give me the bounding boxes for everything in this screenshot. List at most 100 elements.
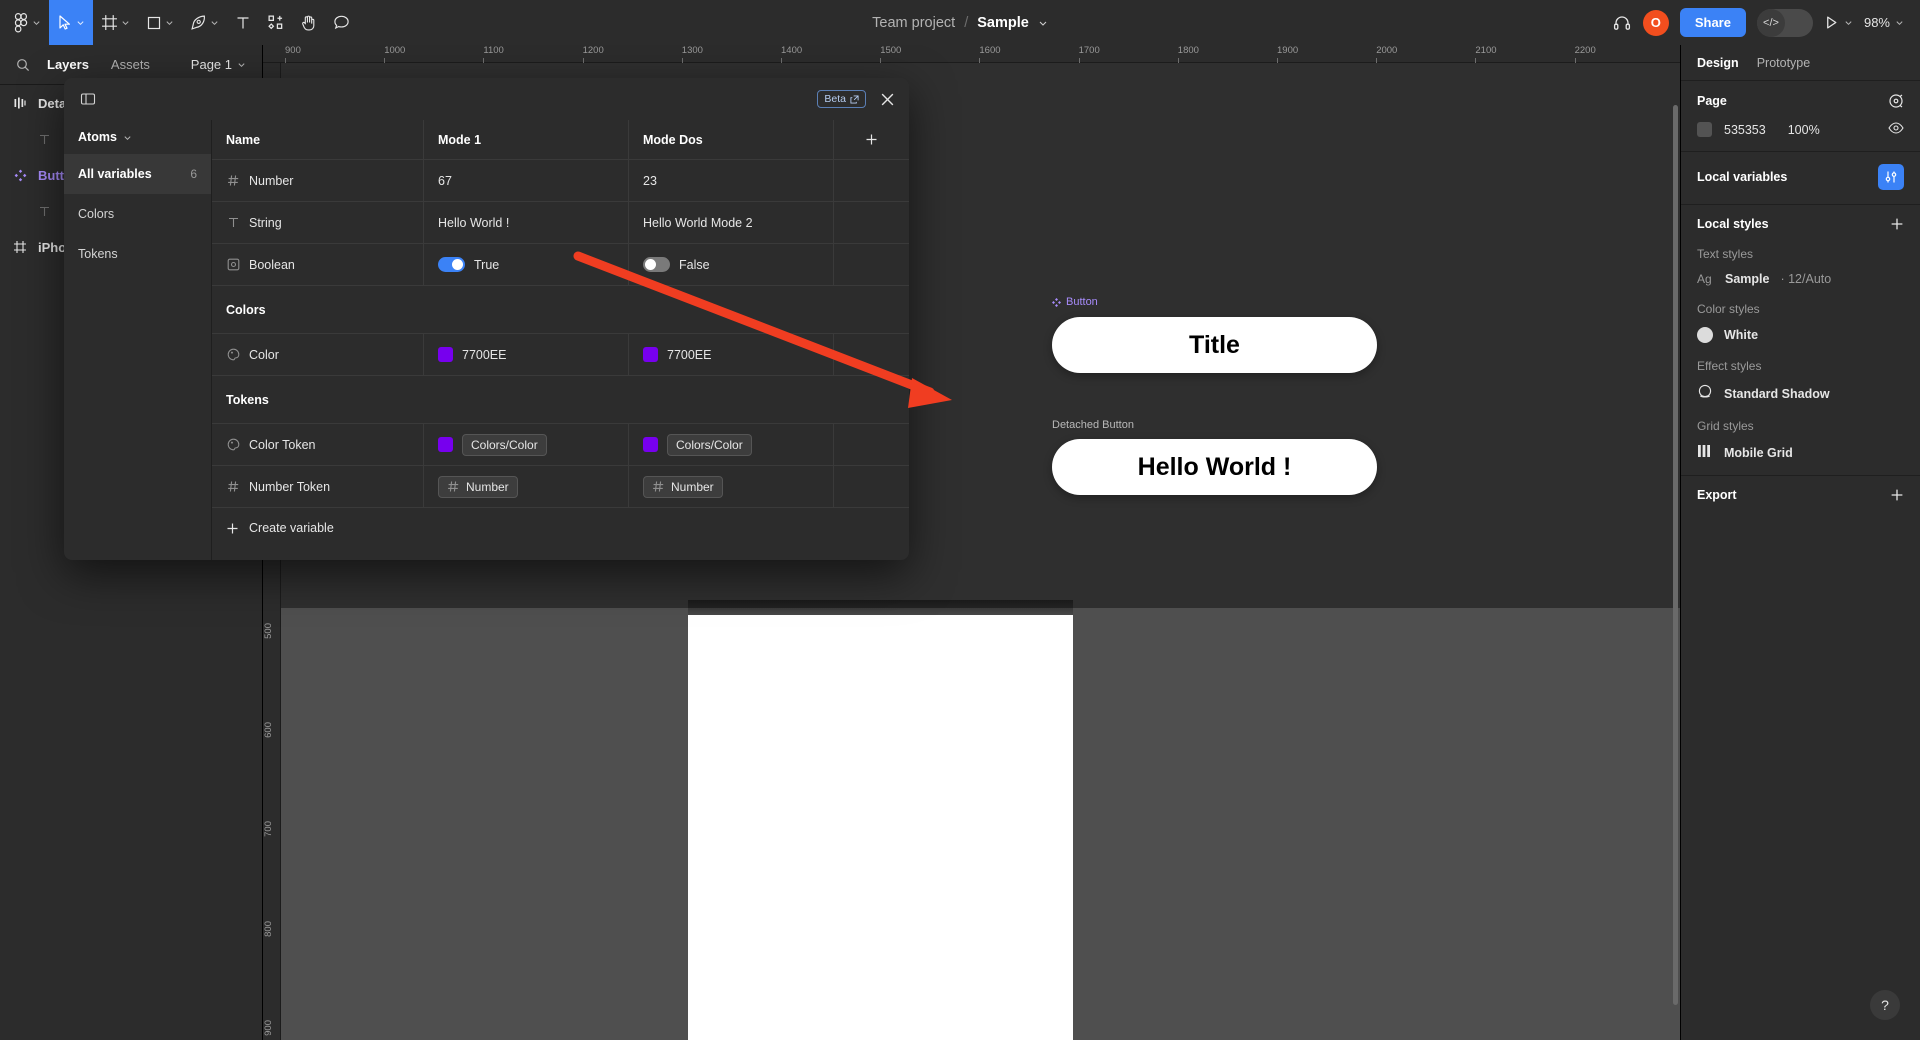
variable-row[interactable]: String Hello World ! Hello World Mode 2 <box>212 202 909 244</box>
variable-row[interactable]: Number Token Number Number <box>212 466 909 508</box>
color-swatch[interactable] <box>643 347 658 362</box>
variable-name-cell[interactable]: Number Token <box>212 466 424 507</box>
variable-name-cell[interactable]: String <box>212 202 424 243</box>
user-avatar[interactable]: O <box>1642 9 1669 36</box>
color-swatch[interactable] <box>438 437 453 452</box>
hand-tool-button[interactable] <box>292 0 325 45</box>
breadcrumb-file[interactable]: Sample <box>977 15 1029 31</box>
component-button-shape[interactable]: Title <box>1052 317 1377 373</box>
variable-value[interactable]: 7700EE <box>462 348 506 362</box>
tab-assets[interactable]: Assets <box>100 57 161 72</box>
variable-value[interactable]: 67 <box>438 174 452 188</box>
grid-styles-label: Grid styles <box>1697 419 1754 433</box>
variable-row[interactable]: Number 67 23 <box>212 160 909 202</box>
close-icon[interactable] <box>880 92 895 107</box>
page-selector[interactable]: Page 1 <box>191 57 252 72</box>
eye-icon[interactable] <box>1888 122 1904 137</box>
page-color-opacity[interactable]: 100% <box>1788 123 1820 137</box>
style-item-text[interactable]: Ag Sample · 12/Auto <box>1697 272 1904 286</box>
variable-mode2-cell[interactable]: Hello World Mode 2 <box>629 202 834 243</box>
component-button-label[interactable]: Button <box>1052 296 1098 308</box>
variable-mode2-cell[interactable]: 7700EE <box>629 334 834 375</box>
variable-mode1-cell[interactable]: Colors/Color <box>424 424 629 465</box>
nav-item-tokens[interactable]: Tokens <box>64 234 211 274</box>
pen-tool-button[interactable] <box>182 0 227 45</box>
dev-mode-toggle[interactable]: </> <box>1756 8 1813 37</box>
style-item-effect[interactable]: Standard Shadow <box>1697 384 1904 403</box>
add-export-button[interactable] <box>1890 488 1904 502</box>
variable-alias-chip[interactable]: Colors/Color <box>462 433 547 456</box>
iphone-frame[interactable] <box>688 615 1073 1040</box>
add-mode-button[interactable] <box>834 120 909 159</box>
main-menu-button[interactable] <box>0 0 49 45</box>
page-settings-icon <box>1889 94 1903 108</box>
variable-value[interactable]: 23 <box>643 174 657 188</box>
collection-selector[interactable]: Atoms <box>64 120 211 154</box>
nav-item-label: Colors <box>78 207 115 221</box>
variable-mode1-cell[interactable]: True <box>424 244 629 285</box>
variable-mode1-cell[interactable]: 7700EE <box>424 334 629 375</box>
variable-mode2-cell[interactable]: Number <box>629 466 834 507</box>
variable-value[interactable]: Hello World ! <box>438 216 509 230</box>
variable-name-cell[interactable]: Number <box>212 160 424 201</box>
style-item-color[interactable]: White <box>1697 327 1904 343</box>
chevron-down-icon[interactable] <box>1038 18 1048 28</box>
create-variable-button[interactable]: Create variable <box>212 508 909 548</box>
open-variables-button[interactable] <box>1878 164 1904 190</box>
variable-name-cell[interactable]: Color <box>212 334 424 375</box>
move-tool-button[interactable] <box>49 0 93 45</box>
page-selector-label: Page 1 <box>190 57 232 72</box>
nav-item-all-variables[interactable]: All variables 6 <box>64 154 211 194</box>
add-style-button[interactable] <box>1890 217 1904 231</box>
color-swatch[interactable] <box>643 437 658 452</box>
detached-button-shape[interactable]: Hello World ! <box>1052 439 1377 495</box>
beta-badge[interactable]: Beta <box>817 90 866 108</box>
variable-alias-chip[interactable]: Number <box>438 475 518 498</box>
page-settings-button[interactable] <box>1888 93 1904 109</box>
variable-mode2-cell[interactable]: 23 <box>629 160 834 201</box>
frame-tool-button[interactable] <box>93 0 138 45</box>
text-tool-button[interactable] <box>227 0 259 45</box>
nav-item-colors[interactable]: Colors <box>64 194 211 234</box>
tab-prototype[interactable]: Prototype <box>1757 56 1811 70</box>
variable-name-cell[interactable]: Boolean <box>212 244 424 285</box>
resources-tool-button[interactable] <box>259 0 292 45</box>
color-swatch[interactable] <box>438 347 453 362</box>
variable-alias-chip[interactable]: Number <box>643 475 723 498</box>
detached-button-label[interactable]: Detached Button <box>1052 419 1134 431</box>
variable-row[interactable]: Color 7700EE 7700EE <box>212 334 909 376</box>
variable-name-cell[interactable]: Color Token <box>212 424 424 465</box>
variable-mode2-cell[interactable]: Colors/Color <box>629 424 834 465</box>
page-color-row[interactable]: 535353 100% <box>1697 122 1904 137</box>
variable-value[interactable]: Hello World Mode 2 <box>643 216 753 230</box>
variable-row[interactable]: Boolean True False <box>212 244 909 286</box>
boolean-toggle[interactable] <box>643 257 670 272</box>
variable-alias-chip[interactable]: Colors/Color <box>667 433 752 456</box>
boolean-toggle[interactable] <box>438 257 465 272</box>
variable-mode2-cell[interactable]: False <box>629 244 834 285</box>
tab-design[interactable]: Design <box>1697 56 1739 70</box>
chevron-down-icon <box>166 21 173 26</box>
canvas-vertical-scrollbar[interactable] <box>1673 105 1678 1005</box>
variable-value[interactable]: 7700EE <box>667 348 711 362</box>
audio-call-button[interactable] <box>1612 13 1632 33</box>
present-button[interactable] <box>1824 15 1853 30</box>
shape-tool-button[interactable] <box>138 0 182 45</box>
comment-tool-button[interactable] <box>325 0 358 45</box>
local-styles-section: Local styles Text styles Ag Sample · 12/… <box>1681 205 1920 476</box>
page-color-hex[interactable]: 535353 <box>1724 123 1766 137</box>
breadcrumb-team[interactable]: Team project <box>872 15 955 31</box>
tab-layers[interactable]: Layers <box>36 57 100 72</box>
variable-row[interactable]: Color Token Colors/Color Colors/Color <box>212 424 909 466</box>
help-button[interactable]: ? <box>1870 990 1900 1020</box>
variable-value: True <box>474 257 500 272</box>
zoom-control[interactable]: 98% <box>1864 15 1904 30</box>
variable-mode1-cell[interactable]: Number <box>424 466 629 507</box>
variable-mode1-cell[interactable]: 67 <box>424 160 629 201</box>
share-button[interactable]: Share <box>1679 8 1746 37</box>
style-item-grid[interactable]: Mobile Grid <box>1697 444 1904 461</box>
search-button[interactable] <box>10 58 36 72</box>
variable-mode1-cell[interactable]: Hello World ! <box>424 202 629 243</box>
page-color-swatch[interactable] <box>1697 122 1712 137</box>
panel-toggle-icon[interactable] <box>78 89 98 109</box>
